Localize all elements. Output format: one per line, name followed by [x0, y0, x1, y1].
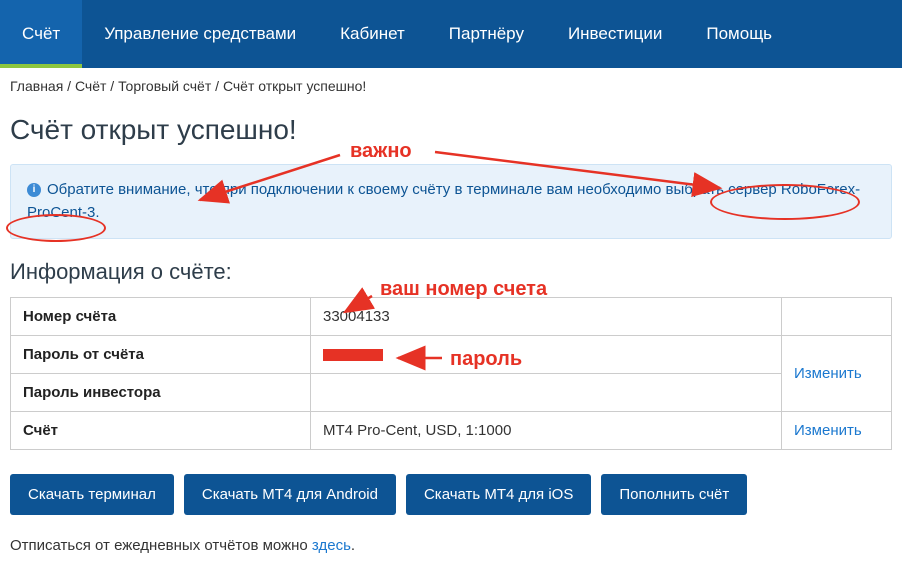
download-mt4-ios-button[interactable]: Скачать MT4 для iOS: [406, 474, 591, 515]
nav-funds[interactable]: Управление средствами: [82, 0, 318, 68]
account-info-table: Номер счёта 33004133 Пароль от счёта Изм…: [10, 297, 892, 450]
table-row: Счёт MT4 Pro-Cent, USD, 1:1000 Изменить: [11, 412, 892, 450]
row-value-investor-password: [311, 374, 782, 412]
breadcrumb-account[interactable]: Счёт: [75, 78, 106, 94]
page-title: Счёт открыт успешно!: [0, 100, 902, 164]
breadcrumb-current: Счёт открыт успешно!: [223, 78, 366, 94]
row-label-account-number: Номер счёта: [11, 298, 311, 336]
table-row: Пароль от счёта Изменить: [11, 336, 892, 374]
row-action-change-account: Изменить: [782, 412, 892, 450]
download-mt4-android-button[interactable]: Скачать MT4 для Android: [184, 474, 396, 515]
main-navbar: Счёт Управление средствами Кабинет Партн…: [0, 0, 902, 68]
deposit-button[interactable]: Пополнить счёт: [601, 474, 747, 515]
server-alert: iОбратите внимание, что при подключении …: [10, 164, 892, 239]
row-value-account-number: 33004133: [311, 298, 782, 336]
nav-cabinet[interactable]: Кабинет: [318, 0, 427, 68]
table-row: Пароль инвестора: [11, 374, 892, 412]
password-redacted: [323, 349, 383, 361]
breadcrumb: Главная / Счёт / Торговый счёт / Счёт от…: [0, 68, 902, 100]
breadcrumb-trading[interactable]: Торговый счёт: [118, 78, 211, 94]
section-title: Информация о счёте:: [0, 259, 902, 297]
unsubscribe-link[interactable]: здесь: [312, 537, 351, 554]
row-action-change-password: Изменить: [782, 336, 892, 412]
row-value-account-type: MT4 Pro-Cent, USD, 1:1000: [311, 412, 782, 450]
nav-partner[interactable]: Партнёру: [427, 0, 546, 68]
row-value-password: [311, 336, 782, 374]
row-label-password: Пароль от счёта: [11, 336, 311, 374]
table-row: Номер счёта 33004133: [11, 298, 892, 336]
nav-account[interactable]: Счёт: [0, 0, 82, 68]
download-terminal-button[interactable]: Скачать терминал: [10, 474, 174, 515]
button-row: Скачать терминал Скачать MT4 для Android…: [0, 474, 902, 537]
row-label-account-type: Счёт: [11, 412, 311, 450]
nav-invest[interactable]: Инвестиции: [546, 0, 684, 68]
info-icon: i: [27, 183, 41, 197]
nav-help[interactable]: Помощь: [684, 0, 794, 68]
row-label-investor-password: Пароль инвестора: [11, 374, 311, 412]
row-action: [782, 298, 892, 336]
change-password-link[interactable]: Изменить: [794, 365, 862, 382]
breadcrumb-home[interactable]: Главная: [10, 78, 63, 94]
unsubscribe-text: Отписаться от ежедневных отчётов можно з…: [0, 537, 902, 564]
change-account-link[interactable]: Изменить: [794, 422, 862, 439]
alert-text: Обратите внимание, что при подключении к…: [27, 181, 860, 221]
